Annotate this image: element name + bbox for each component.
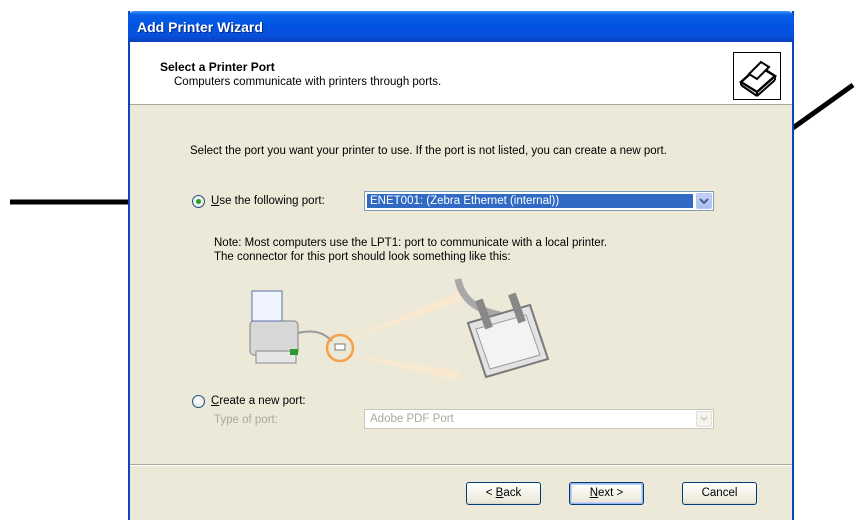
- note-line-1: Note: Most computers use the LPT1: port …: [214, 237, 608, 249]
- use-port-label-text: se the following port:: [219, 195, 325, 207]
- cancel-label: Cancel: [701, 487, 738, 499]
- back-button[interactable]: < Back: [466, 482, 541, 505]
- page-title: Select a Printer Port: [160, 60, 275, 74]
- page-subtitle: Computers communicate with printers thro…: [174, 76, 442, 88]
- title-bar[interactable]: Add Printer Wizard: [128, 11, 794, 42]
- add-printer-wizard-window: Add Printer Wizard Select a Printer Port…: [128, 11, 794, 520]
- port-dropdown-button[interactable]: [696, 193, 712, 209]
- printer-wizard-icon: [733, 52, 781, 100]
- port-select-value: ENET001: (Zebra Ethernet (internal)): [367, 194, 693, 208]
- port-type-value: Adobe PDF Port: [370, 413, 454, 425]
- port-type-dropdown-button[interactable]: [696, 411, 712, 427]
- window-title: Add Printer Wizard: [137, 19, 263, 35]
- lpt-connector-illustration: [249, 278, 550, 381]
- create-new-port-label[interactable]: Create a new port:: [211, 394, 306, 408]
- chevron-down-icon: [700, 416, 708, 422]
- cancel-button[interactable]: Cancel: [682, 482, 757, 505]
- create-port-label-text: reate a new port:: [219, 395, 306, 407]
- port-select[interactable]: ENET001: (Zebra Ethernet (internal)): [364, 191, 714, 211]
- next-button[interactable]: Next >: [569, 482, 644, 505]
- next-label: ext >: [598, 487, 624, 499]
- back-label: ack: [503, 487, 522, 499]
- use-following-port-label[interactable]: Use the following port:: [211, 194, 325, 208]
- back-prefix: <: [485, 487, 496, 499]
- button-separator: [130, 464, 792, 466]
- use-following-port-radio[interactable]: [192, 195, 205, 208]
- port-type-label: Type of port:: [214, 414, 278, 426]
- lpt-connector-icon: [454, 278, 550, 379]
- printer-icon: [249, 290, 299, 364]
- note-line-2: The connector for this port should look …: [214, 251, 511, 263]
- port-type-select[interactable]: Adobe PDF Port: [364, 409, 714, 429]
- next-mnemonic: N: [589, 487, 599, 499]
- instruction-text: Select the port you want your printer to…: [190, 145, 667, 157]
- create-new-port-radio[interactable]: [192, 395, 205, 408]
- wizard-header: Select a Printer Port Computers communic…: [130, 42, 792, 105]
- chevron-down-icon: [699, 198, 709, 205]
